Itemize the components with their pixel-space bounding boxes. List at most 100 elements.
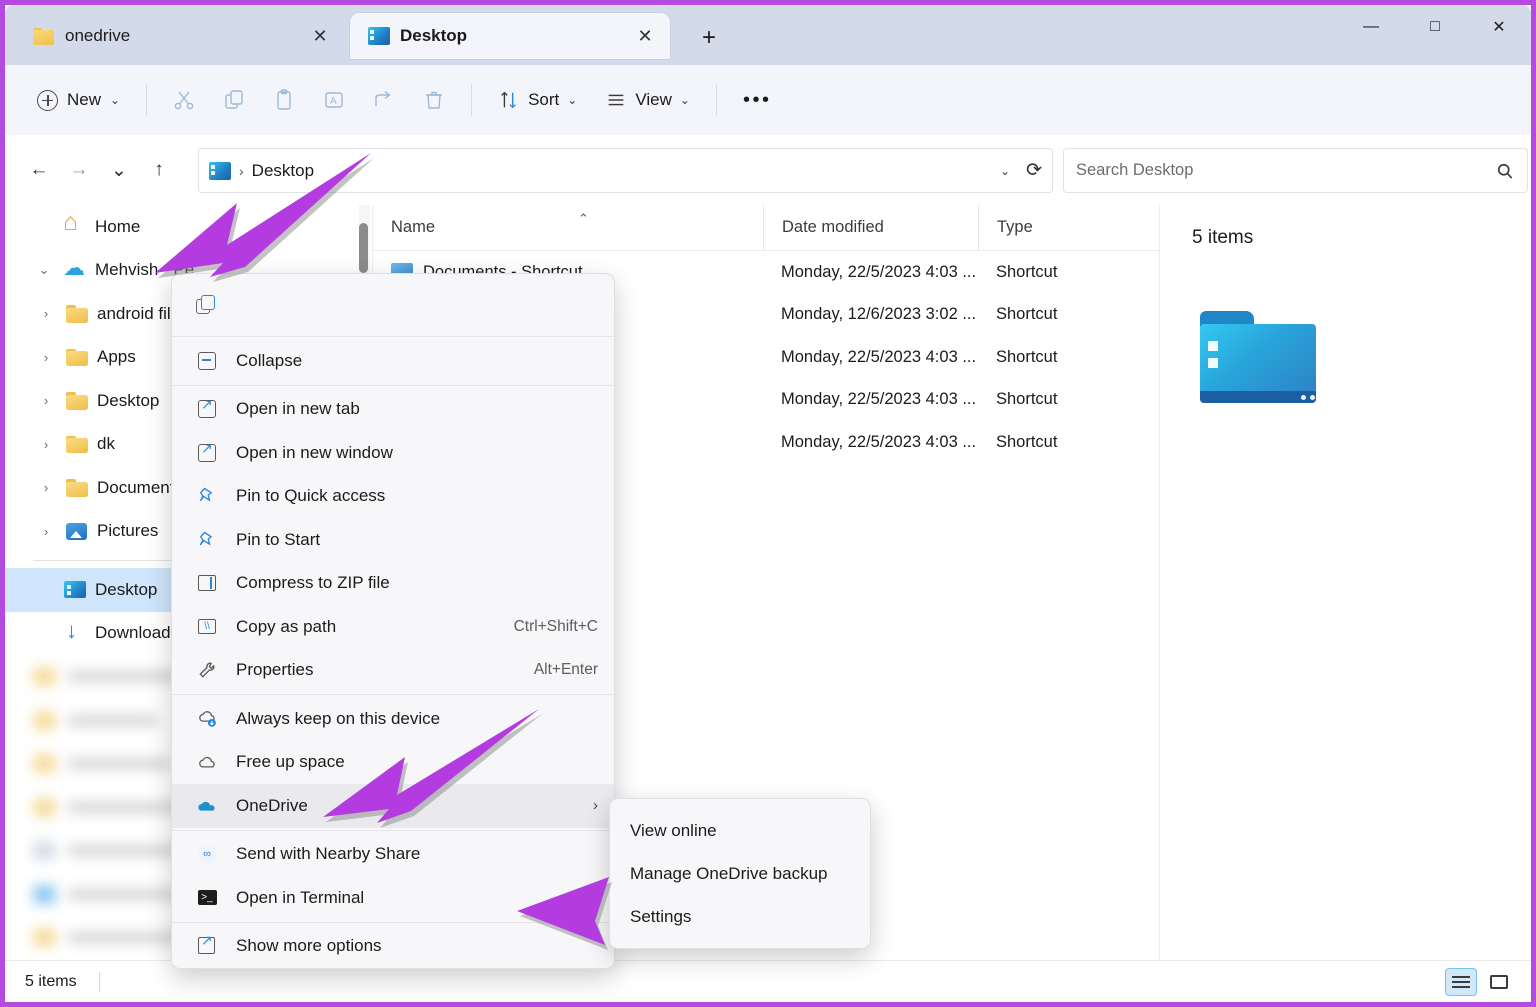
chevron-right-icon[interactable]: › bbox=[35, 393, 57, 408]
tab-desktop[interactable]: Desktop ✕ bbox=[350, 13, 670, 59]
chevron-right-icon[interactable]: › bbox=[35, 350, 57, 365]
zip-icon bbox=[196, 572, 218, 594]
menu-item-show-more-options[interactable]: Show more options bbox=[172, 925, 614, 969]
chevron-right-icon[interactable]: › bbox=[35, 437, 57, 452]
rename-button[interactable]: A bbox=[309, 78, 359, 122]
menu-item-compress-to-zip-file[interactable]: Compress to ZIP file bbox=[172, 562, 614, 606]
nearby-share-icon: ∞ bbox=[196, 843, 218, 865]
copy-icon[interactable] bbox=[196, 295, 214, 313]
divider bbox=[471, 84, 472, 116]
new-button-label: New bbox=[67, 90, 101, 110]
list-item-label bbox=[67, 757, 171, 770]
address-chevron-down-icon[interactable]: ⌄ bbox=[1000, 164, 1010, 178]
close-icon[interactable]: ✕ bbox=[1467, 5, 1531, 49]
menu-item-open-in-new-tab[interactable]: Open in new tab bbox=[172, 388, 614, 432]
column-header-name-label: Name bbox=[391, 218, 435, 237]
submenu-item-view-online[interactable]: View online bbox=[610, 809, 870, 852]
list-item-label bbox=[67, 888, 185, 901]
menu-item-shortcut: Ctrl+Shift+C bbox=[514, 618, 598, 636]
divider bbox=[172, 830, 614, 831]
cloud-icon bbox=[196, 751, 218, 773]
file-date-cell: Monday, 22/5/2023 4:03 ... bbox=[763, 348, 978, 367]
menu-item-label: Always keep on this device bbox=[236, 709, 598, 729]
file-date-cell: Monday, 22/5/2023 4:03 ... bbox=[763, 263, 978, 282]
search-input[interactable] bbox=[1076, 161, 1495, 180]
search-box[interactable] bbox=[1063, 148, 1528, 193]
maximize-icon[interactable]: □ bbox=[1403, 5, 1467, 49]
menu-item-send-with-nearby-share[interactable]: ∞Send with Nearby Share bbox=[172, 833, 614, 877]
menu-item-always-keep-on-this-device[interactable]: Always keep on this device bbox=[172, 697, 614, 741]
column-header-name[interactable]: Name ⌃ bbox=[373, 205, 763, 251]
tab-onedrive[interactable]: onedrive ✕ bbox=[15, 13, 345, 59]
file-date-cell: Monday, 22/5/2023 4:03 ... bbox=[763, 390, 978, 409]
sidebar-item-label: dk bbox=[97, 434, 115, 454]
sort-button[interactable]: Sort ⌄ bbox=[484, 78, 591, 122]
view-button[interactable]: View ⌄ bbox=[591, 78, 704, 122]
menu-item-onedrive[interactable]: OneDrive› bbox=[172, 784, 614, 828]
divider bbox=[99, 972, 100, 992]
pin-icon bbox=[196, 529, 218, 551]
chevron-down-icon[interactable]: ⌄ bbox=[33, 262, 55, 278]
terminal-icon: >_ bbox=[196, 887, 218, 909]
breadcrumb-current[interactable]: Desktop bbox=[252, 161, 314, 181]
copy-icon bbox=[222, 88, 246, 112]
large-icons-view-icon[interactable] bbox=[1483, 968, 1515, 996]
divider bbox=[146, 84, 147, 116]
menu-item-pin-to-start[interactable]: Pin to Start bbox=[172, 518, 614, 562]
collapse-icon bbox=[196, 350, 218, 372]
forward-button[interactable]: → bbox=[59, 150, 99, 190]
menu-item-label: Show more options bbox=[236, 936, 598, 956]
delete-button[interactable] bbox=[409, 78, 459, 122]
chevron-right-icon[interactable]: › bbox=[35, 306, 57, 321]
menu-item-collapse[interactable]: Collapse bbox=[172, 339, 614, 383]
refresh-icon[interactable]: ⟳ bbox=[1026, 159, 1042, 182]
tab-onedrive-close-icon[interactable]: ✕ bbox=[305, 21, 335, 51]
sidebar-scrollbar-thumb[interactable] bbox=[359, 223, 368, 273]
recent-locations-button[interactable]: ⌄ bbox=[99, 150, 139, 190]
menu-item-copy-as-path[interactable]: \\Copy as pathCtrl+Shift+C bbox=[172, 605, 614, 649]
menu-item-label: Copy as path bbox=[236, 617, 514, 637]
sidebar-item-label: Home bbox=[95, 217, 140, 237]
submenu-item-settings[interactable]: Settings bbox=[610, 895, 870, 938]
up-button[interactable]: ↑ bbox=[139, 150, 179, 190]
menu-item-free-up-space[interactable]: Free up space bbox=[172, 741, 614, 785]
folder-icon bbox=[65, 434, 89, 455]
address-bar[interactable]: › Desktop ⌄ ⟳ bbox=[198, 148, 1053, 193]
open-new-tab-icon bbox=[196, 398, 218, 420]
desktop-folder-icon bbox=[63, 579, 87, 600]
paste-icon bbox=[272, 88, 296, 112]
cut-button[interactable] bbox=[159, 78, 209, 122]
share-button[interactable] bbox=[359, 78, 409, 122]
plus-icon bbox=[37, 90, 58, 111]
sidebar-item-home[interactable]: Home bbox=[5, 205, 372, 249]
menu-item-properties[interactable]: PropertiesAlt+Enter bbox=[172, 649, 614, 693]
menu-item-label: Compress to ZIP file bbox=[236, 573, 598, 593]
chevron-down-icon: ⌄ bbox=[110, 93, 120, 107]
menu-item-label: OneDrive bbox=[236, 796, 593, 816]
folder-icon bbox=[33, 711, 56, 730]
folder-icon bbox=[33, 27, 55, 45]
divider bbox=[172, 694, 614, 695]
submenu-item-manage-onedrive-backup[interactable]: Manage OneDrive backup bbox=[610, 852, 870, 895]
details-view-icon[interactable] bbox=[1445, 968, 1477, 996]
chevron-right-icon[interactable]: › bbox=[35, 480, 57, 495]
chevron-right-icon[interactable]: › bbox=[35, 524, 57, 539]
home-icon bbox=[63, 216, 87, 237]
new-tab-button[interactable]: + bbox=[691, 23, 727, 53]
copy-button[interactable] bbox=[209, 78, 259, 122]
menu-item-pin-to-quick-access[interactable]: Pin to Quick access bbox=[172, 475, 614, 519]
column-header-date-modified[interactable]: Date modified bbox=[763, 205, 978, 251]
paste-button[interactable] bbox=[259, 78, 309, 122]
menu-item-open-in-terminal[interactable]: >_Open in Terminal bbox=[172, 876, 614, 920]
back-button[interactable]: ← bbox=[19, 150, 59, 190]
tab-desktop-close-icon[interactable]: ✕ bbox=[630, 21, 660, 51]
more-options-button[interactable]: ••• bbox=[729, 78, 786, 122]
new-button[interactable]: New ⌄ bbox=[23, 79, 134, 121]
menu-item-open-in-new-window[interactable]: Open in new window bbox=[172, 431, 614, 475]
column-header-type[interactable]: Type bbox=[978, 205, 1138, 251]
file-type-cell: Shortcut bbox=[978, 263, 1138, 282]
folder-icon bbox=[33, 928, 56, 947]
show-more-icon bbox=[196, 935, 218, 957]
divider bbox=[172, 336, 614, 337]
minimize-icon[interactable]: — bbox=[1339, 5, 1403, 49]
